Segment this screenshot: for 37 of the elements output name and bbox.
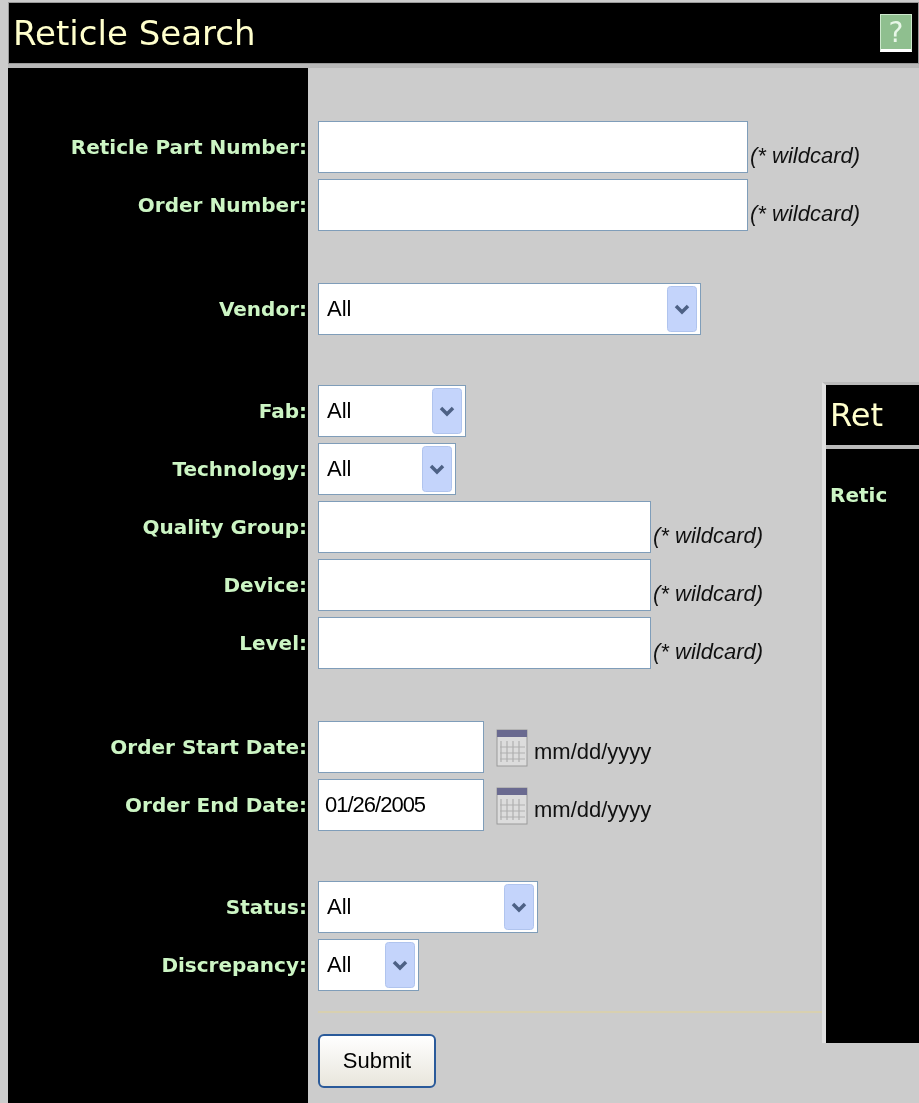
field-label: Vendor: (218, 297, 307, 321)
calendar-icon[interactable] (496, 785, 528, 825)
dropdown[interactable]: All (318, 385, 466, 437)
wildcard-hint: (* wildcard) (653, 639, 764, 665)
wildcard-hint: (* wildcard) (653, 581, 764, 607)
field-label: Technology: (172, 457, 307, 481)
text-field[interactable] (318, 121, 748, 173)
dropdown[interactable]: All (318, 283, 701, 335)
date-format-hint: mm/dd/yyyy (534, 797, 652, 823)
text-field[interactable] (318, 179, 748, 231)
window-title: Reticle Search (13, 13, 256, 53)
panel-title: Ret (830, 396, 884, 434)
text-field[interactable] (318, 501, 651, 553)
field-label: Quality Group: (142, 515, 307, 539)
field-label: Retic (830, 483, 888, 507)
date-field[interactable]: 01/26/2005 (318, 779, 484, 831)
field-label: Order End Date: (125, 793, 307, 817)
field-label: Reticle Part Number: (70, 135, 307, 159)
dropdown[interactable]: All (318, 443, 456, 495)
text-field[interactable] (318, 559, 651, 611)
field-label: Fab: (258, 399, 307, 423)
date-format-hint: mm/dd/yyyy (534, 739, 652, 765)
wildcard-hint: (* wildcard) (750, 201, 861, 227)
submit-button[interactable]: Submit (318, 1034, 436, 1088)
field-label: Order Number: (137, 193, 307, 217)
wildcard-hint: (* wildcard) (653, 523, 764, 549)
dropdown[interactable]: All (318, 881, 538, 933)
field-label: Order Start Date: (110, 735, 307, 759)
wildcard-hint: (* wildcard) (750, 143, 861, 169)
text-field[interactable] (318, 617, 651, 669)
field-label: Level: (239, 631, 307, 655)
field-label: Device: (223, 573, 307, 597)
field-label: Status: (225, 895, 307, 919)
calendar-icon[interactable] (496, 727, 528, 767)
date-field[interactable] (318, 721, 484, 773)
field-label: Discrepancy: (161, 953, 307, 977)
dropdown[interactable]: All (318, 939, 419, 991)
